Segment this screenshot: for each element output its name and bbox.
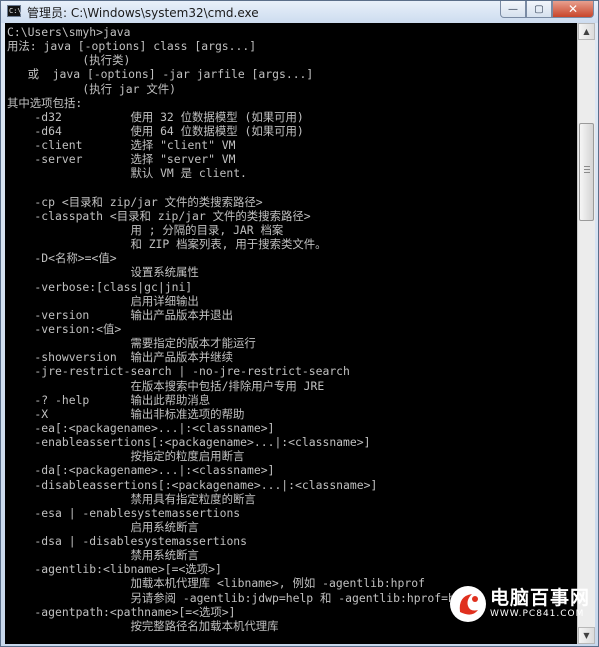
console-line: -X 输出非标准选项的帮助 bbox=[7, 406, 245, 421]
console-line: -cp <目录和 zip/jar 文件的类搜索路径> bbox=[7, 194, 263, 209]
console-line: -ea[:<packagename>...|:<classname>] bbox=[7, 420, 275, 435]
console-output[interactable]: C:\Users\smyh>java 用法: java [-options] cl… bbox=[5, 23, 577, 644]
watermark-url-text: WWW.PC841.COM bbox=[489, 609, 585, 619]
console-line: 其中选项包括: bbox=[7, 95, 83, 110]
console-line: 设置系统属性 bbox=[7, 265, 199, 280]
console-line: -esa | -enablesystemassertions bbox=[7, 505, 241, 520]
title-bar[interactable]: C:\ 管理员: C:\Windows\system32\cmd.exe — ▢… bbox=[1, 1, 598, 23]
console-line: 需要指定的版本才能运行 bbox=[7, 336, 256, 351]
watermark-text: 电脑百事网 WWW.PC841.COM bbox=[490, 589, 590, 619]
console-line: -? -help 输出此帮助消息 bbox=[7, 392, 211, 407]
console-line: -version:<值> bbox=[7, 321, 122, 336]
console-line: (执行类) bbox=[7, 53, 131, 68]
console-line: -enableassertions[:<packagename>...|:<cl… bbox=[7, 435, 371, 450]
console-line: 和 ZIP 档案列表, 用于搜索类文件。 bbox=[7, 237, 327, 252]
scroll-thumb[interactable] bbox=[579, 123, 594, 221]
minimize-button[interactable]: — bbox=[500, 1, 526, 18]
console-line: -client 选择 "client" VM bbox=[7, 138, 236, 153]
console-line: -verbose:[class|gc|jni] bbox=[7, 279, 193, 294]
console-line: 按指定的粒度启用断言 bbox=[7, 449, 245, 464]
console-line: C:\Users\smyh>java bbox=[7, 25, 131, 39]
close-button[interactable]: ✕ bbox=[552, 1, 594, 18]
maximize-button[interactable]: ▢ bbox=[526, 1, 552, 18]
console-line: -showversion 输出产品版本并继续 bbox=[7, 350, 233, 365]
site-watermark: 电脑百事网 WWW.PC841.COM bbox=[448, 584, 590, 624]
console-line: 用法: java [-options] class [args...] bbox=[7, 39, 257, 54]
console-line: -jre-restrict-search | -no-jre-restrict-… bbox=[7, 364, 350, 379]
console-line: -agentlib:<libname>[=<选项>] bbox=[7, 562, 222, 577]
console-line: -disableassertions[:<packagename>...|:<c… bbox=[7, 477, 378, 492]
scroll-down-button[interactable]: ▼ bbox=[578, 627, 595, 644]
cmd-window: C:\ 管理员: C:\Windows\system32\cmd.exe — ▢… bbox=[0, 0, 599, 647]
watermark-main-text: 电脑百事网 bbox=[489, 587, 590, 609]
console-line: 启用系统断言 bbox=[7, 519, 199, 534]
thumb-grip-icon bbox=[584, 166, 590, 167]
console-line: -D<名称>=<值> bbox=[7, 251, 117, 266]
console-line: 禁用具有指定粒度的断言 bbox=[7, 491, 256, 506]
cmd-app-icon[interactable]: C:\ bbox=[7, 5, 22, 17]
console-line: 启用详细输出 bbox=[7, 293, 199, 308]
vertical-scrollbar[interactable]: ▲ ▼ bbox=[577, 23, 595, 644]
console-line: -d32 使用 32 位数据模型 (如果可用) bbox=[7, 109, 304, 124]
console-line: -classpath <目录和 zip/jar 文件的类搜索路径> bbox=[7, 208, 311, 223]
console-line: -d64 使用 64 位数据模型 (如果可用) bbox=[7, 123, 304, 138]
console-line: -server 选择 "server" VM bbox=[7, 152, 236, 167]
console-line: -dsa | -disablesystemassertions bbox=[7, 534, 248, 549]
console-line: 用 ; 分隔的目录, JAR 档案 bbox=[7, 222, 284, 237]
console-line: 禁用系统断言 bbox=[7, 548, 199, 563]
console-line: 默认 VM 是 client. bbox=[7, 166, 247, 181]
watermark-logo-icon bbox=[449, 586, 486, 622]
console-text: C:\Users\smyh>java 用法: java [-options] cl… bbox=[5, 23, 577, 633]
scroll-up-button[interactable]: ▲ bbox=[578, 23, 595, 40]
window-title: 管理员: C:\Windows\system32\cmd.exe bbox=[27, 6, 259, 20]
console-line: 或 java [-options] -jar jarfile [args...] bbox=[7, 67, 314, 82]
console-line: -version 输出产品版本并退出 bbox=[7, 307, 233, 322]
console-line: -da[:<packagename>...|:<classname>] bbox=[7, 463, 275, 478]
window-controls: — ▢ ✕ bbox=[500, 1, 594, 19]
console-line: (执行 jar 文件) bbox=[7, 81, 177, 96]
console-line: 在版本搜索中包括/排除用户专用 JRE bbox=[7, 378, 325, 393]
